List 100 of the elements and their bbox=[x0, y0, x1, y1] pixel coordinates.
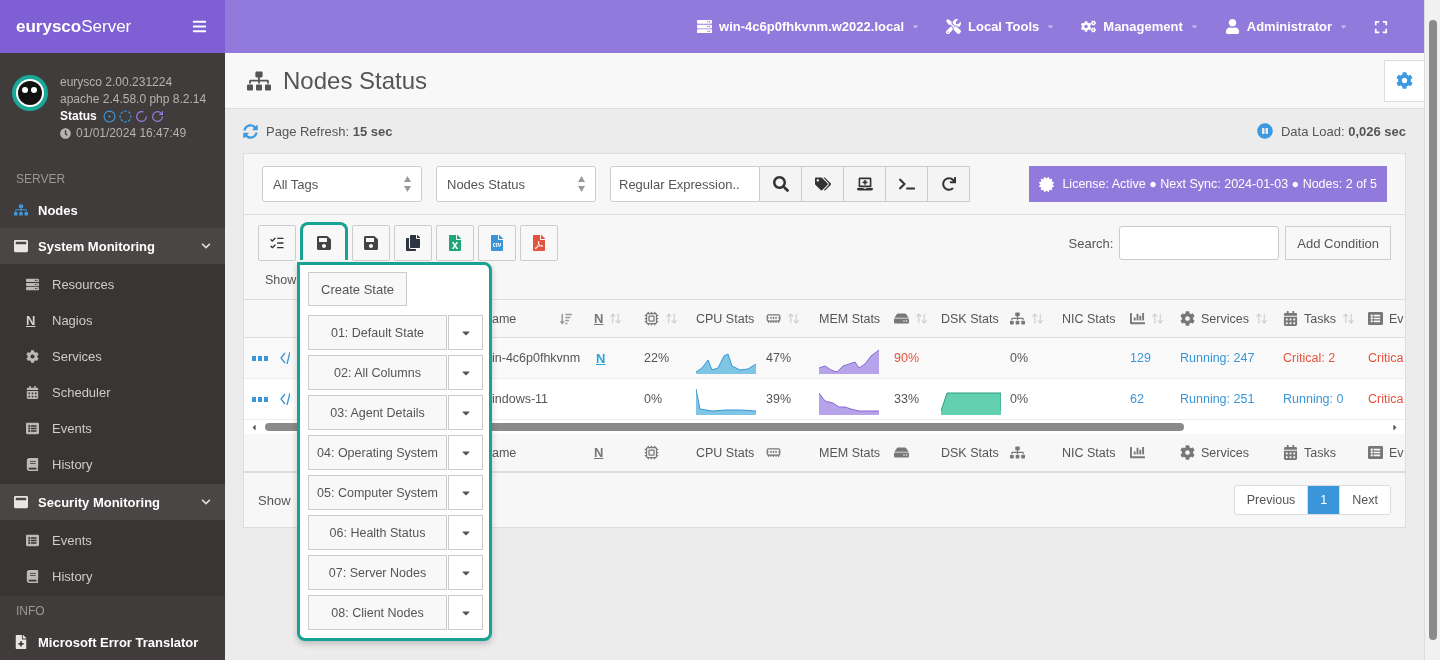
search-button[interactable] bbox=[760, 166, 802, 202]
window-icon bbox=[14, 239, 28, 253]
view-select[interactable]: Nodes Status bbox=[436, 166, 596, 202]
tags-button[interactable] bbox=[802, 166, 844, 202]
status-icon bbox=[118, 109, 132, 123]
code-icon[interactable] bbox=[280, 352, 290, 364]
redo-button[interactable] bbox=[928, 166, 970, 202]
copy-button[interactable] bbox=[394, 225, 432, 261]
nav-item[interactable]: N Nagios bbox=[0, 302, 225, 338]
column-header[interactable]: CPU Stats bbox=[696, 311, 755, 326]
terminal-icon bbox=[898, 176, 915, 192]
state-button[interactable]: 06: Health Status bbox=[308, 515, 447, 550]
state-button[interactable]: 08: Client Nodes bbox=[308, 595, 447, 630]
network-icon bbox=[1010, 445, 1025, 460]
more-icon[interactable] bbox=[252, 355, 268, 361]
state-button[interactable]: 02: All Columns bbox=[308, 355, 447, 390]
nav-item[interactable]: Events bbox=[0, 410, 225, 446]
column-header[interactable]: MEM Stats bbox=[819, 311, 881, 326]
book-icon bbox=[26, 457, 40, 471]
nav-group[interactable]: System Monitoring bbox=[0, 228, 225, 264]
column-header[interactable]: Services bbox=[1201, 445, 1249, 460]
nav-item[interactable]: Scheduler bbox=[0, 374, 225, 410]
scroll-right-icon[interactable] bbox=[1390, 422, 1399, 432]
user-icon bbox=[1224, 19, 1240, 34]
laptop-plus-button[interactable] bbox=[844, 166, 886, 202]
save-check-button[interactable] bbox=[300, 222, 348, 260]
fullscreen-icon[interactable] bbox=[1374, 19, 1388, 34]
save-delete-button[interactable] bbox=[352, 225, 390, 261]
caret-button[interactable] bbox=[448, 355, 483, 390]
column-header[interactable]: Tasks bbox=[1304, 445, 1336, 460]
scroll-left-icon[interactable] bbox=[250, 422, 259, 432]
table-cell-text: Critical: 2 bbox=[1282, 351, 1337, 365]
state-button[interactable]: 03: Agent Details bbox=[308, 395, 447, 430]
chevron-down-icon bbox=[201, 497, 211, 507]
caret-button[interactable] bbox=[448, 515, 483, 550]
license-text: License: Active ● Next Sync: 2024-01-03 ● Nodes: 2 of 5 bbox=[1062, 177, 1377, 191]
top-menu[interactable]: Administrator bbox=[1224, 19, 1348, 34]
state-button[interactable]: 04: Operating System bbox=[308, 435, 447, 470]
column-header[interactable]: DSK Stats bbox=[941, 445, 999, 460]
scroll-thumb[interactable] bbox=[1428, 20, 1437, 640]
state-button[interactable]: 07: Server Nodes bbox=[308, 555, 447, 590]
nav-item[interactable]: History bbox=[0, 446, 225, 482]
pdf-file-button[interactable] bbox=[520, 225, 558, 261]
nav-item[interactable]: Services bbox=[0, 338, 225, 374]
more-icon[interactable] bbox=[252, 396, 268, 402]
column-header[interactable]: CPU Stats bbox=[696, 445, 755, 460]
bar-chart-icon bbox=[1130, 445, 1145, 460]
column-header[interactable]: Services bbox=[1201, 311, 1249, 326]
csv-file-button[interactable] bbox=[478, 225, 516, 261]
column-header[interactable]: ame bbox=[492, 311, 517, 326]
nav-link[interactable]: Microsoft Error Translator bbox=[0, 624, 225, 660]
refresh-icon bbox=[243, 123, 258, 139]
search-field[interactable] bbox=[1119, 226, 1280, 260]
page-link[interactable]: Previous bbox=[1233, 485, 1309, 515]
column-header[interactable]: MEM Stats bbox=[819, 445, 881, 460]
menu-icon[interactable] bbox=[192, 19, 207, 34]
section-heading: SERVER bbox=[15, 171, 67, 188]
nav-group[interactable]: Security Monitoring bbox=[0, 484, 225, 520]
code-icon[interactable] bbox=[280, 393, 290, 405]
top-menu[interactable]: Local Tools bbox=[946, 19, 1056, 34]
tags-select[interactable]: All Tags bbox=[262, 166, 422, 202]
column-header[interactable]: NIC Stats bbox=[1062, 311, 1116, 326]
checklist-button[interactable] bbox=[258, 225, 296, 261]
table-cell-text: in-4c6p0fhkvnm bbox=[491, 351, 582, 365]
create-state-button[interactable]: Create State bbox=[308, 272, 407, 306]
nav-item[interactable]: Resources bbox=[0, 266, 225, 302]
caret-button[interactable] bbox=[448, 595, 483, 630]
network-icon bbox=[1010, 311, 1025, 326]
state-button[interactable]: 05: Computer System bbox=[308, 475, 447, 510]
table-cell-text: 0% bbox=[643, 392, 664, 406]
nav-link[interactable]: Nodes bbox=[0, 192, 225, 228]
nav-item[interactable]: Events bbox=[0, 522, 225, 558]
gear-icon bbox=[26, 349, 40, 363]
nagios-logo: N bbox=[26, 312, 37, 328]
column-header[interactable]: ame bbox=[492, 445, 517, 460]
top-menu[interactable]: win-4c6p0fhkvnm.w2022.local bbox=[697, 19, 921, 34]
state-button[interactable]: 01: Default State bbox=[308, 315, 447, 350]
caret-button[interactable] bbox=[448, 395, 483, 430]
regex-field[interactable]: Regular Expression.. bbox=[610, 166, 760, 202]
column-header[interactable]: DSK Stats bbox=[941, 311, 999, 326]
add-condition-button[interactable]: Add Condition bbox=[1285, 226, 1391, 260]
sitemap-icon bbox=[247, 68, 271, 93]
table-cell-text: 129 bbox=[1129, 351, 1152, 365]
column-header[interactable]: Ev bbox=[1389, 445, 1404, 460]
column-header[interactable]: Tasks bbox=[1304, 311, 1336, 326]
caret-button[interactable] bbox=[448, 555, 483, 590]
column-header[interactable]: NIC Stats bbox=[1062, 445, 1116, 460]
caret-button[interactable] bbox=[448, 475, 483, 510]
settings-button[interactable] bbox=[1384, 59, 1424, 102]
server-icon bbox=[26, 277, 40, 291]
column-header[interactable]: Ev bbox=[1389, 311, 1404, 326]
caret-button[interactable] bbox=[448, 315, 483, 350]
calendar-icon bbox=[26, 385, 40, 399]
caret-icon bbox=[1046, 22, 1056, 31]
top-menu[interactable]: Management bbox=[1081, 19, 1199, 34]
page-link[interactable]: Next bbox=[1339, 485, 1391, 515]
save-delete-icon bbox=[363, 235, 379, 251]
nav-item[interactable]: History bbox=[0, 558, 225, 594]
sort-icon[interactable] bbox=[560, 312, 573, 325]
caret-button[interactable] bbox=[448, 435, 483, 470]
